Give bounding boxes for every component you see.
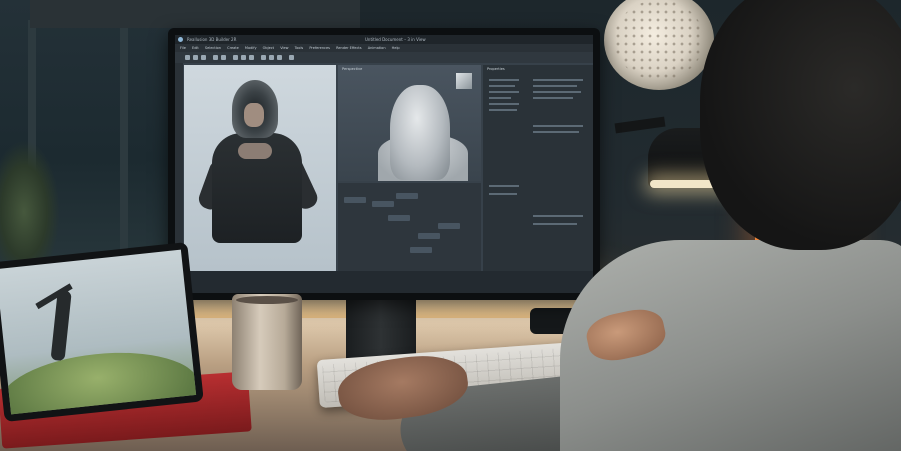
character-fists (238, 143, 272, 159)
node[interactable] (418, 233, 440, 239)
panel-row[interactable] (489, 109, 517, 111)
panel-row[interactable] (489, 91, 519, 93)
tool-icon[interactable] (249, 55, 254, 60)
panel-row[interactable] (533, 215, 583, 217)
panel-row[interactable] (533, 85, 577, 87)
character-face (244, 103, 264, 127)
wall-shelf (30, 0, 360, 28)
tool-icon[interactable] (193, 55, 198, 60)
monitor-stand (346, 290, 416, 360)
side-toolbar (175, 63, 183, 270)
tool-icon[interactable] (269, 55, 274, 60)
pendant-lamp-globe (604, 0, 714, 90)
node[interactable] (396, 193, 418, 199)
menu-create[interactable]: Create (227, 46, 239, 50)
tool-icon[interactable] (241, 55, 246, 60)
viewport-label: Perspective (342, 67, 363, 71)
monitor-screen: Reallusion 3D Builder 2R Untitled Docume… (175, 35, 593, 293)
app-name: Reallusion 3D Builder 2R (187, 37, 237, 42)
panel-row[interactable] (533, 79, 583, 81)
app-menubar: File Edit Selection Create Modify Object… (175, 44, 593, 52)
tool-icon[interactable] (201, 55, 206, 60)
app-toolbar (175, 52, 593, 63)
desk-lamp-arm (614, 116, 666, 134)
menu-render-effects[interactable]: Render Effects (336, 46, 361, 50)
tablet-figure (50, 290, 72, 362)
panel-row[interactable] (489, 193, 517, 195)
panel-row[interactable] (533, 125, 583, 127)
menu-animation[interactable]: Animation (368, 46, 386, 50)
tablet (0, 241, 204, 423)
menu-view[interactable]: View (280, 46, 288, 50)
tool-icon[interactable] (289, 55, 294, 60)
panel-row[interactable] (533, 223, 577, 225)
menu-tools[interactable]: Tools (295, 46, 304, 50)
app-logo-icon (178, 37, 183, 42)
plant (0, 140, 60, 260)
menu-preferences[interactable]: Preferences (309, 46, 330, 50)
node[interactable] (372, 201, 394, 207)
menu-object[interactable]: Object (263, 46, 274, 50)
node-editor[interactable] (338, 183, 481, 271)
tool-icon[interactable] (261, 55, 266, 60)
node[interactable] (388, 215, 410, 221)
tool-icon[interactable] (277, 55, 282, 60)
panel-row[interactable] (489, 97, 511, 99)
panel-row[interactable] (489, 103, 519, 105)
coffee-mug (232, 294, 302, 390)
background-window (0, 0, 175, 265)
node[interactable] (410, 247, 432, 253)
photo-scene: ♥ Reallusion 3D Builder 2R Untitled Docu… (0, 0, 901, 451)
tool-icon[interactable] (221, 55, 226, 60)
panel-row[interactable] (533, 97, 573, 99)
panel-row[interactable] (533, 131, 579, 133)
person-head (700, 0, 901, 250)
panel-header: Properties (487, 67, 505, 71)
sculpt-viewport[interactable]: Perspective (338, 65, 481, 181)
tool-icon[interactable] (185, 55, 190, 60)
tablet-screen (0, 249, 197, 415)
view-cube[interactable] (456, 73, 472, 89)
app-titlebar: Reallusion 3D Builder 2R Untitled Docume… (175, 35, 593, 44)
window-frame-right (120, 20, 128, 260)
tool-icon[interactable] (233, 55, 238, 60)
node[interactable] (344, 197, 366, 203)
panel-row[interactable] (489, 85, 515, 87)
menu-help[interactable]: Help (392, 46, 400, 50)
document-title: Untitled Document – 3 in View (365, 37, 426, 42)
properties-panel: Properties (483, 65, 593, 271)
menu-modify[interactable]: Modify (245, 46, 257, 50)
monitor: Reallusion 3D Builder 2R Untitled Docume… (168, 28, 600, 300)
node[interactable] (438, 223, 460, 229)
menu-selection[interactable]: Selection (205, 46, 221, 50)
sculpt-hood (390, 85, 450, 180)
panel-row[interactable] (489, 79, 519, 81)
menu-file[interactable]: File (180, 46, 186, 50)
render-viewport[interactable] (184, 65, 336, 271)
tool-icon[interactable] (213, 55, 218, 60)
timeline-bar[interactable] (175, 271, 593, 293)
panel-row[interactable] (533, 91, 581, 93)
tablet-grass-hill (0, 343, 197, 415)
panel-row[interactable] (489, 185, 519, 187)
menu-edit[interactable]: Edit (192, 46, 199, 50)
